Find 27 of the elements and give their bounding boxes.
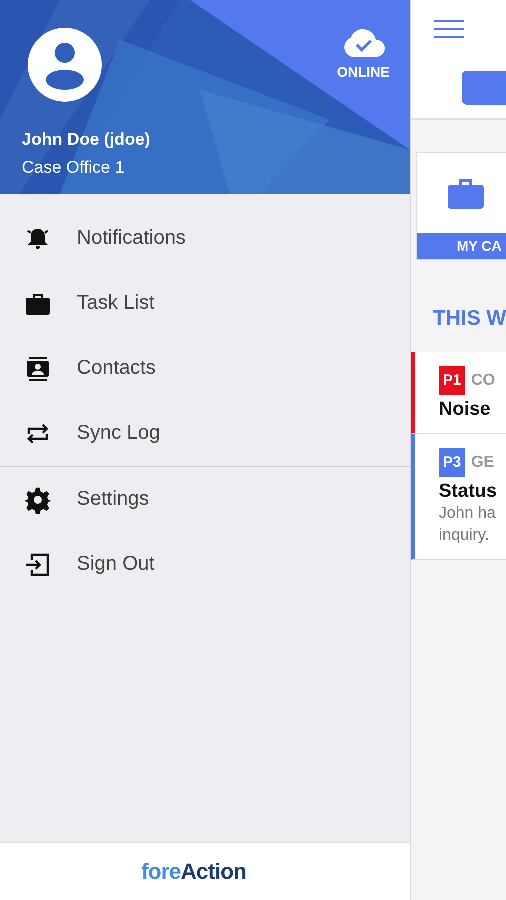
status-label: ONLINE [337, 64, 390, 80]
case-description: John ha [439, 504, 497, 524]
app-logo: foreAction [141, 858, 246, 884]
avatar-icon [28, 28, 102, 102]
case-item[interactable]: P3 GE Status John ha inquiry. [411, 434, 506, 560]
priority-badge: P3 [439, 448, 466, 477]
user-name: John Doe (jdoe) [22, 130, 150, 150]
menu-item[interactable]: Sync Log [0, 401, 410, 466]
priority-badge: P1 [439, 366, 466, 395]
menu-item[interactable]: Settings [0, 467, 410, 532]
menu-icon[interactable] [434, 19, 464, 39]
case-category: GE [471, 454, 494, 472]
briefcase-icon [448, 177, 484, 209]
settings-icon [24, 486, 52, 514]
menu-item[interactable]: Task List [0, 271, 410, 336]
case-category: CO [471, 372, 496, 390]
case-tile[interactable]: MY CA [416, 152, 506, 260]
contact-card-icon [24, 354, 52, 382]
menu-item[interactable]: Sign Out [0, 532, 410, 597]
case-title: Noise [439, 399, 492, 421]
office-name: Case Office 1 [22, 158, 126, 178]
case-description: inquiry. [439, 526, 490, 546]
case-item[interactable]: P1 CO Noise [411, 352, 506, 434]
menu-item[interactable]: Notifications [0, 206, 410, 271]
menu-item[interactable]: Contacts [0, 336, 410, 401]
case-title: Status [439, 481, 498, 503]
tile-label: MY CA [417, 233, 506, 259]
